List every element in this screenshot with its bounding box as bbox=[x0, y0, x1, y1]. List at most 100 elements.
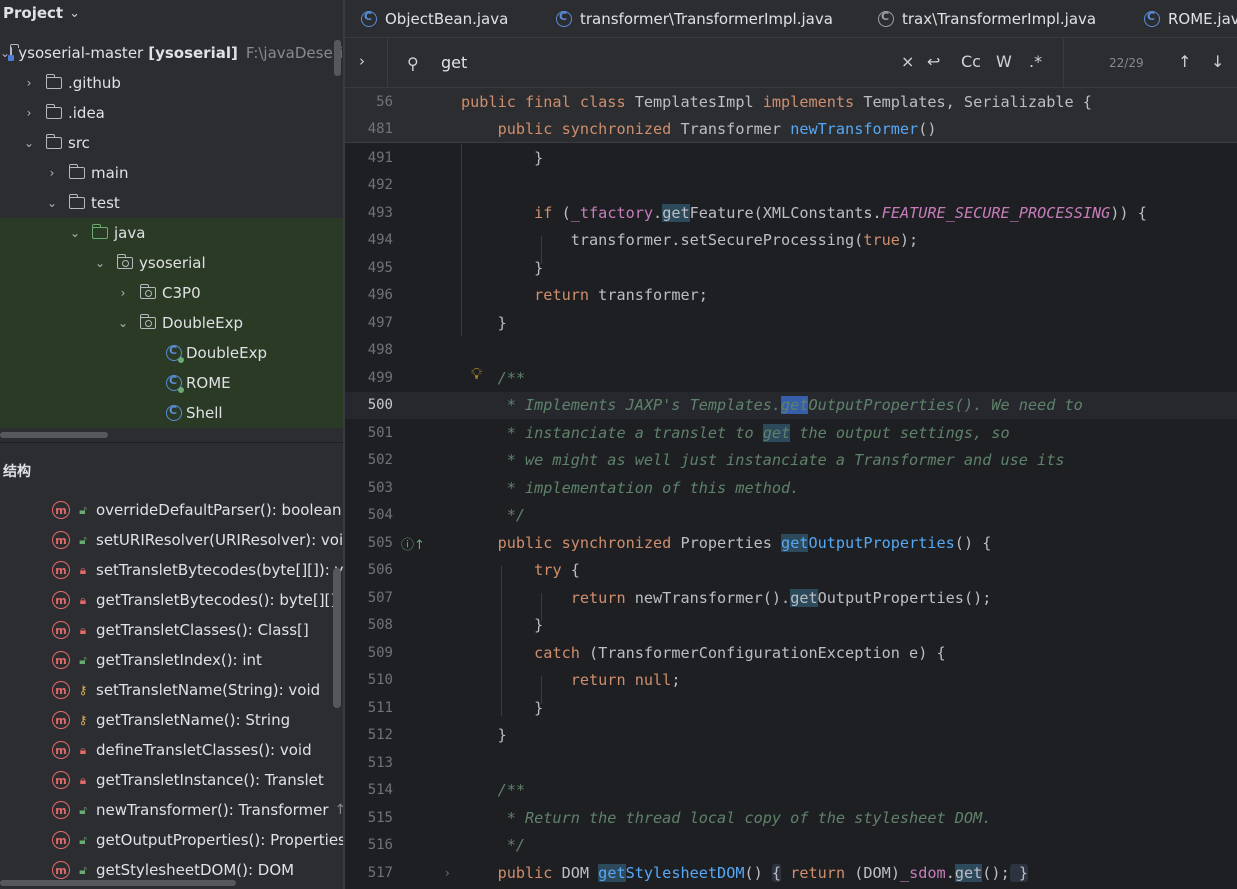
code-line[interactable]: 509 catch (TransformerConfigurationExcep… bbox=[345, 639, 1237, 667]
words-button[interactable]: W bbox=[996, 52, 1012, 71]
chevron-down-icon[interactable]: ⌄ bbox=[69, 6, 80, 21]
clear-search-icon[interactable]: × bbox=[901, 52, 914, 71]
tree-item-ysoserial[interactable]: ⌄ ysoserial bbox=[0, 248, 343, 278]
code-line[interactable]: 491 } bbox=[345, 144, 1237, 172]
lightbulb-icon[interactable]: 💡︎ bbox=[471, 364, 482, 384]
code-line[interactable]: 501 * instanciate a translet to get the … bbox=[345, 419, 1237, 447]
project-header[interactable]: Project ⌄ bbox=[0, 0, 343, 26]
structure-member[interactable]: m 🔒︎ getTransletInstance(): Translet bbox=[52, 765, 324, 795]
tab-objectbean[interactable]: ObjectBean.java bbox=[345, 0, 508, 38]
code-line[interactable]: 496 return transformer; bbox=[345, 282, 1237, 310]
code-line[interactable]: 504 */ bbox=[345, 502, 1237, 530]
code-line[interactable]: 510 return null; bbox=[345, 667, 1237, 695]
code-line[interactable]: 508 } bbox=[345, 612, 1237, 640]
chevron-down-icon[interactable]: ⌄ bbox=[93, 256, 107, 270]
code-line[interactable]: 494 transformer.setSecureProcessing(true… bbox=[345, 227, 1237, 255]
structure-scrollbar[interactable] bbox=[333, 568, 341, 708]
structure-member[interactable]: m 🔓︎ newTransformer(): Transformer ↑T bbox=[52, 795, 343, 825]
new-line-icon[interactable]: ↩ bbox=[927, 52, 940, 71]
chevron-down-icon[interactable]: ⌄ bbox=[68, 226, 82, 240]
code-text: } bbox=[461, 313, 507, 332]
tree-item-test[interactable]: ⌄ test bbox=[0, 188, 343, 218]
code-line[interactable]: 495 } bbox=[345, 254, 1237, 282]
code-text: */ bbox=[461, 836, 526, 855]
tree-item-main[interactable]: › main bbox=[0, 158, 343, 188]
structure-horizontal-scrollbar[interactable] bbox=[0, 880, 236, 886]
code-line[interactable]: 515 * Return the thread local copy of th… bbox=[345, 804, 1237, 832]
sticky-line[interactable]: 56 public final class TemplatesImpl impl… bbox=[345, 88, 1237, 116]
chevron-right-icon[interactable]: › bbox=[116, 286, 130, 300]
structure-member[interactable]: m 🔓︎ getTransletIndex(): int bbox=[52, 645, 262, 675]
code-line-current[interactable]: 500 * Implements JAXP's Templates.getOut… bbox=[345, 391, 1237, 419]
implements-method-gutter-icon[interactable]: ⓘ↑ bbox=[401, 534, 425, 553]
code-text: if (_tfactory.getFeature(XMLConstants.FE… bbox=[534, 203, 1147, 222]
code-line[interactable]: 497 } bbox=[345, 309, 1237, 337]
match-case-button[interactable]: Cc bbox=[961, 52, 981, 71]
code-line[interactable]: 514 /** bbox=[345, 777, 1237, 805]
line-number: 497 bbox=[367, 314, 393, 331]
line-number: 513 bbox=[367, 754, 393, 771]
chevron-down-icon[interactable]: ⌄ bbox=[116, 316, 130, 330]
code-line[interactable]: 511 } bbox=[345, 694, 1237, 722]
sticky-line[interactable]: 481 public synchronized Transformer newT… bbox=[345, 115, 1237, 143]
code-line[interactable]: 502 * we might as well just instanciate … bbox=[345, 447, 1237, 475]
code-line[interactable]: 517 public DOM getStylesheetDOM() { retu… bbox=[345, 859, 1237, 887]
chevron-down-icon[interactable]: ⌄ bbox=[22, 136, 36, 150]
code-line[interactable]: 516 */ bbox=[345, 832, 1237, 860]
structure-member[interactable]: m 🔓︎ getOutputProperties(): Properties bbox=[52, 825, 343, 855]
project-title[interactable]: Project bbox=[3, 4, 63, 22]
code-editor[interactable]: 56 public final class TemplatesImpl impl… bbox=[345, 88, 1237, 889]
fold-arrow-icon[interactable]: › bbox=[445, 866, 450, 880]
previous-occurrence-icon[interactable]: ↑ bbox=[1178, 52, 1191, 71]
line-number: 500 bbox=[367, 397, 393, 414]
tab-rome[interactable]: ROME.java bbox=[1128, 0, 1237, 38]
search-input[interactable] bbox=[441, 50, 871, 74]
code-line[interactable]: 505 public synchronized Properties getOu… bbox=[345, 529, 1237, 557]
structure-member[interactable]: m 🔒︎ getTransletBytecodes(): byte[][] bbox=[52, 585, 336, 615]
tree-item-github[interactable]: › .github bbox=[0, 68, 343, 98]
code-text: * implementation of this method. bbox=[461, 478, 800, 497]
tree-item-doubleexp-pkg[interactable]: ⌄ DoubleExp bbox=[0, 308, 343, 338]
code-line[interactable]: 503 * implementation of this method. bbox=[345, 474, 1237, 502]
tab-trax-transformerimpl[interactable]: trax\TransformerImpl.java bbox=[862, 0, 1096, 38]
code-text: public synchronized Properties getOutput… bbox=[497, 533, 992, 552]
chevron-right-icon[interactable]: › bbox=[45, 166, 59, 180]
search-history-icon[interactable]: ⚲ bbox=[407, 54, 419, 73]
tree-item-src[interactable]: ⌄ src bbox=[0, 128, 343, 158]
chevron-right-icon[interactable]: › bbox=[22, 76, 36, 90]
code-line[interactable]: 493 if (_tfactory.getFeature(XMLConstant… bbox=[345, 199, 1237, 227]
line-number: 501 bbox=[367, 424, 393, 441]
code-line[interactable]: 507 return newTransformer().getOutputPro… bbox=[345, 584, 1237, 612]
tree-item-doubleexp-class[interactable]: DoubleExp bbox=[0, 338, 343, 368]
code-line[interactable]: 492 bbox=[345, 172, 1237, 200]
code-text: /** bbox=[461, 781, 526, 800]
structure-member[interactable]: m ⚷ setTransletName(String): void bbox=[52, 675, 320, 705]
structure-member[interactable]: m 🔒︎ defineTransletClasses(): void bbox=[52, 735, 312, 765]
structure-member[interactable]: m 🔓︎ overrideDefaultParser(): boolean bbox=[52, 495, 342, 525]
tree-item-root[interactable]: ⌄ ysoserial-master [ysoserial] F:\javaDe… bbox=[0, 38, 343, 68]
project-horizontal-scrollbar[interactable] bbox=[0, 432, 108, 438]
tree-item-shell-class[interactable]: Shell bbox=[0, 398, 343, 428]
line-number: 516 bbox=[367, 837, 393, 854]
tree-item-java[interactable]: ⌄ java bbox=[0, 218, 343, 248]
code-line[interactable]: 513 bbox=[345, 749, 1237, 777]
structure-member[interactable]: m 🔓︎ setURIResolver(URIResolver): void bbox=[52, 525, 343, 555]
chevron-down-icon[interactable]: ⌄ bbox=[45, 196, 59, 210]
line-number: 502 bbox=[367, 452, 393, 469]
chevron-right-icon[interactable]: › bbox=[22, 106, 36, 120]
tab-transformer-transformerimpl[interactable]: transformer\TransformerImpl.java bbox=[540, 0, 833, 38]
code-line[interactable]: 506 try { bbox=[345, 557, 1237, 585]
project-scrollbar[interactable] bbox=[334, 40, 341, 76]
code-line[interactable]: 512 } bbox=[345, 722, 1237, 750]
regex-button[interactable]: .* bbox=[1029, 52, 1042, 71]
structure-member[interactable]: m ⚷ getTransletName(): String bbox=[52, 705, 290, 735]
structure-member[interactable]: m 🔒︎ getTransletClasses(): Class[] bbox=[52, 615, 309, 645]
next-occurrence-icon[interactable]: ↓ bbox=[1211, 52, 1224, 71]
tree-item-idea[interactable]: › .idea bbox=[0, 98, 343, 128]
expand-replace-icon[interactable]: › bbox=[359, 52, 365, 70]
code-line[interactable]: 498 bbox=[345, 337, 1237, 365]
structure-member[interactable]: m 🔒︎ setTransletBytecodes(byte[][]): voi bbox=[52, 555, 343, 585]
method-icon: m bbox=[52, 651, 70, 669]
tree-item-c3p0[interactable]: › C3P0 bbox=[0, 278, 343, 308]
tree-item-rome-class[interactable]: ROME bbox=[0, 368, 343, 398]
